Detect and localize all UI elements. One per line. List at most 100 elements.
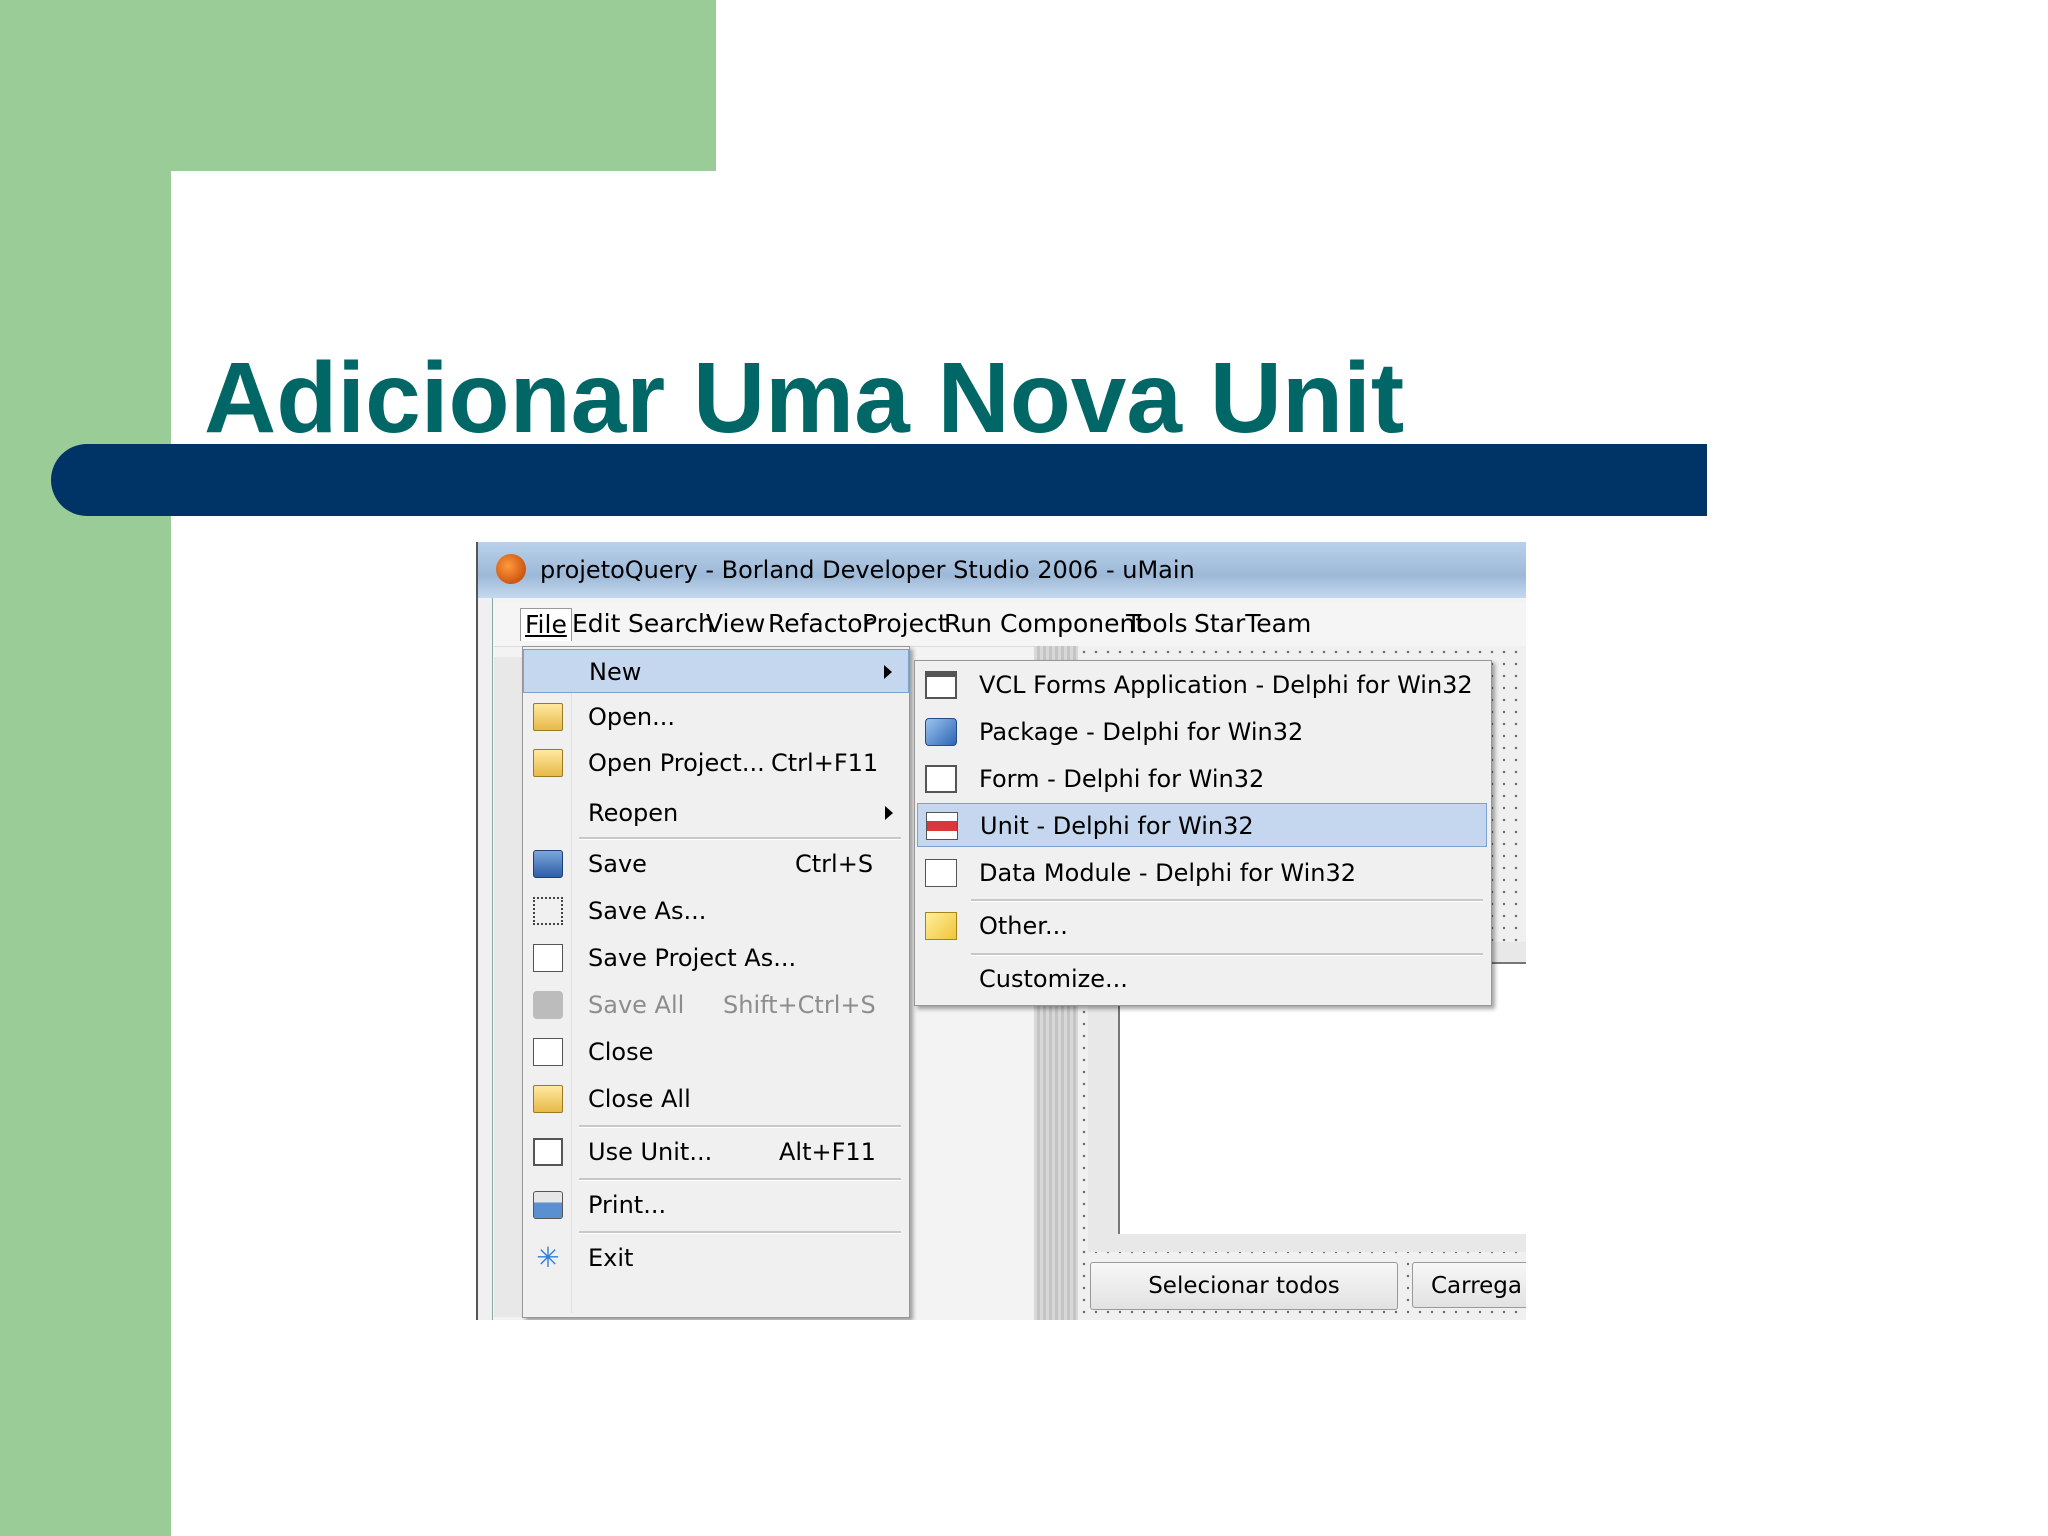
new-form[interactable]: Form - Delphi for Win32 bbox=[917, 757, 1487, 801]
menu-project[interactable]: Project bbox=[858, 608, 952, 640]
file-menu-close-label: Close bbox=[588, 1038, 654, 1066]
new-package[interactable]: Package - Delphi for Win32 bbox=[917, 710, 1487, 754]
new-unit[interactable]: Unit - Delphi for Win32 bbox=[917, 803, 1487, 847]
close-file-icon bbox=[533, 1038, 563, 1066]
open-folder-icon bbox=[533, 703, 563, 731]
save-all-icon bbox=[533, 991, 563, 1019]
new-package-label: Package - Delphi for Win32 bbox=[979, 718, 1304, 746]
file-menu-close[interactable]: Close bbox=[523, 1032, 909, 1072]
file-menu-open-project[interactable]: Open Project... Ctrl+F11 bbox=[523, 743, 909, 783]
file-menu-save[interactable]: Save Ctrl+S bbox=[523, 844, 909, 884]
menu-separator bbox=[579, 1231, 901, 1234]
save-project-icon bbox=[533, 944, 563, 972]
menu-separator bbox=[579, 1178, 901, 1181]
new-vcl-forms-application-label: VCL Forms Application - Delphi for Win32 bbox=[979, 671, 1473, 699]
menu-edit[interactable]: Edit bbox=[568, 608, 624, 640]
unit-icon bbox=[926, 812, 958, 840]
new-vcl-forms-application[interactable]: VCL Forms Application - Delphi for Win32 bbox=[917, 663, 1487, 707]
file-menu-open-project-label: Open Project... bbox=[588, 749, 765, 777]
file-menu-new[interactable]: New bbox=[523, 649, 909, 693]
menu-edit-label: Edit bbox=[572, 609, 621, 638]
load-button-label: Carrega bbox=[1431, 1273, 1523, 1299]
printer-icon bbox=[533, 1191, 563, 1219]
open-project-icon bbox=[533, 749, 563, 777]
menu-file[interactable]: File bbox=[520, 608, 572, 641]
slide-rounded-corner bbox=[171, 171, 281, 281]
menu-separator bbox=[579, 1125, 901, 1128]
new-other[interactable]: Other... bbox=[917, 904, 1487, 948]
new-other-label: Other... bbox=[979, 912, 1068, 940]
submenu-arrow-icon bbox=[884, 665, 892, 679]
file-menu-print[interactable]: Print... bbox=[523, 1185, 909, 1225]
save-disk-icon bbox=[533, 850, 563, 878]
file-menu-save-all[interactable]: Save All Shift+Ctrl+S bbox=[523, 985, 909, 1025]
load-button[interactable]: Carrega bbox=[1412, 1262, 1526, 1308]
menu-file-label: File bbox=[525, 610, 567, 639]
file-menu-save-project-as-label: Save Project As... bbox=[588, 944, 797, 972]
menu-tools[interactable]: Tools bbox=[1122, 608, 1192, 640]
new-data-module-label: Data Module - Delphi for Win32 bbox=[979, 859, 1357, 887]
new-unit-label: Unit - Delphi for Win32 bbox=[980, 812, 1254, 840]
file-menu-new-label: New bbox=[589, 658, 642, 686]
vcl-forms-icon bbox=[925, 671, 957, 699]
select-all-button-label: Selecionar todos bbox=[1148, 1273, 1340, 1299]
file-menu-exit[interactable]: ✳ Exit bbox=[523, 1238, 909, 1278]
slide-title-bar bbox=[51, 444, 1707, 516]
package-icon bbox=[925, 718, 957, 746]
new-submenu: VCL Forms Application - Delphi for Win32… bbox=[914, 660, 1492, 1006]
menu-tools-label: Tools bbox=[1126, 609, 1188, 638]
slide-green-top-block bbox=[0, 0, 716, 171]
file-menu-reopen-label: Reopen bbox=[588, 799, 679, 827]
new-customize[interactable]: Customize... bbox=[917, 957, 1487, 1001]
file-menu-save-as-label: Save As... bbox=[588, 897, 707, 925]
select-all-button[interactable]: Selecionar todos bbox=[1090, 1262, 1398, 1310]
slide-green-sidebar bbox=[0, 0, 171, 1536]
data-module-icon bbox=[925, 859, 957, 887]
new-form-label: Form - Delphi for Win32 bbox=[979, 765, 1265, 793]
menu-starteam-label: StarTeam bbox=[1194, 609, 1312, 638]
file-menu-save-all-shortcut: Shift+Ctrl+S bbox=[723, 991, 876, 1019]
save-as-icon bbox=[533, 897, 563, 925]
file-menu-save-shortcut: Ctrl+S bbox=[795, 850, 874, 878]
new-customize-label: Customize... bbox=[979, 965, 1128, 993]
file-menu-close-all[interactable]: Close All bbox=[523, 1079, 909, 1119]
menu-view[interactable]: View bbox=[702, 608, 769, 640]
close-all-icon bbox=[533, 1085, 563, 1113]
menu-run[interactable]: Run bbox=[940, 608, 996, 640]
menu-separator bbox=[579, 837, 901, 840]
exit-icon: ✳ bbox=[536, 1241, 560, 1274]
menu-view-label: View bbox=[706, 609, 766, 638]
submenu-arrow-icon bbox=[885, 806, 893, 820]
file-menu-use-unit-label: Use Unit... bbox=[588, 1138, 713, 1166]
file-menu-close-all-label: Close All bbox=[588, 1085, 691, 1113]
menu-separator bbox=[971, 899, 1483, 902]
menu-separator bbox=[971, 953, 1483, 956]
ide-screenshot: projetoQuery - Borland Developer Studio … bbox=[476, 542, 1526, 1320]
spartan-helmet-icon bbox=[496, 554, 526, 584]
form-icon bbox=[925, 765, 957, 793]
menubar: File Edit Search View Refactor Project R… bbox=[494, 602, 1526, 647]
window-titlebar: projetoQuery - Borland Developer Studio … bbox=[478, 542, 1526, 598]
menu-search-label: Search bbox=[628, 609, 714, 638]
use-unit-icon bbox=[533, 1138, 563, 1166]
file-menu-save-project-as[interactable]: Save Project As... bbox=[523, 938, 909, 978]
new-data-module[interactable]: Data Module - Delphi for Win32 bbox=[917, 851, 1487, 895]
menu-run-label: Run bbox=[944, 609, 992, 638]
file-menu-open-project-shortcut: Ctrl+F11 bbox=[771, 749, 879, 777]
file-menu-open-label: Open... bbox=[588, 703, 675, 731]
window-title: projetoQuery - Borland Developer Studio … bbox=[540, 556, 1195, 584]
file-menu-save-all-label: Save All bbox=[588, 991, 685, 1019]
file-menu-open[interactable]: Open... bbox=[523, 697, 909, 737]
file-menu-reopen[interactable]: Reopen bbox=[523, 793, 909, 833]
file-menu-exit-label: Exit bbox=[588, 1244, 634, 1272]
menu-starteam[interactable]: StarTeam bbox=[1190, 608, 1315, 640]
file-menu-use-unit[interactable]: Use Unit... Alt+F11 bbox=[523, 1132, 909, 1172]
file-menu-save-label: Save bbox=[588, 850, 647, 878]
file-menu-print-label: Print... bbox=[588, 1191, 667, 1219]
file-menu: New Open... Open Project... Ctrl+F11 Reo… bbox=[522, 646, 910, 1318]
file-menu-save-as[interactable]: Save As... bbox=[523, 891, 909, 931]
slide-title: Adicionar Uma Nova Unit bbox=[204, 342, 1405, 454]
file-menu-use-unit-shortcut: Alt+F11 bbox=[779, 1138, 876, 1166]
other-icon bbox=[925, 912, 957, 940]
menu-project-label: Project bbox=[862, 609, 948, 638]
